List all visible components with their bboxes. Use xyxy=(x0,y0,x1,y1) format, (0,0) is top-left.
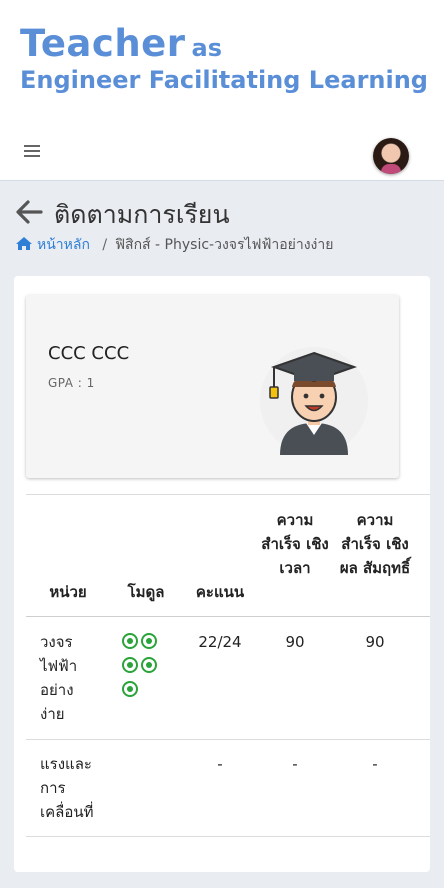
radio-checked-icon[interactable] xyxy=(141,657,157,673)
banner-line2: Engineer Facilitating Learning xyxy=(20,66,428,94)
radio-checked-icon[interactable] xyxy=(122,633,138,649)
student-profile-card: CCC CCC GPA : 1 xyxy=(26,295,399,478)
content-panel: CCC CCC GPA : 1 หน่วย โมดูล คะแนน ความ ส… xyxy=(14,276,430,872)
hamburger-menu-icon[interactable] xyxy=(24,145,40,157)
header-module: โมดูล xyxy=(127,583,165,601)
row2-result-success: - xyxy=(372,755,378,773)
row2-score: - xyxy=(217,755,223,773)
banner-word-teacher: Teacher xyxy=(20,22,186,65)
header-divider xyxy=(26,616,430,617)
row2-time-success: - xyxy=(292,755,298,773)
user-avatar[interactable] xyxy=(373,138,409,174)
student-name: CCC CCC xyxy=(48,343,130,364)
page-header: ติดตามการเรียน หน้าหลัก / ฟิสิกส์ - Physi… xyxy=(0,181,444,265)
header-result-success: ความ สำเร็จ เชิงผล สัมฤทธิ์ xyxy=(339,511,411,577)
row1-time-success: 90 xyxy=(285,633,305,651)
breadcrumb-home-label: หน้าหลัก xyxy=(37,237,90,253)
page-title: ติดตามการเรียน xyxy=(54,200,230,229)
breadcrumb-separator: / xyxy=(102,237,108,253)
banner-line1: Teacher as xyxy=(20,22,222,65)
header-time-success: ความ สำเร็จ เชิง เวลา xyxy=(261,511,329,577)
banner-word-as: as xyxy=(191,34,222,62)
student-gpa: GPA : 1 xyxy=(48,376,95,390)
banner: Teacher as Engineer Facilitating Learning xyxy=(0,0,444,122)
row1-modules xyxy=(122,630,170,702)
row1-result-success: 90 xyxy=(365,633,385,651)
row1-unit: วงจร ไฟฟ้า อย่าง ง่าย xyxy=(40,633,78,723)
header-unit: หน่วย xyxy=(49,583,87,601)
row2-unit: แรงและ การ เคลื่อนที่ xyxy=(40,755,94,821)
breadcrumb: หน้าหลัก / ฟิสิกส์ - Physic-วงจรไฟฟ้าอย่า… xyxy=(15,234,333,256)
breadcrumb-current: ฟิสิกส์ - Physic-วงจรไฟฟ้าอย่างง่าย xyxy=(115,237,334,253)
header-score: คะแนน xyxy=(195,583,245,601)
radio-checked-icon[interactable] xyxy=(122,657,138,673)
breadcrumb-home-link[interactable]: หน้าหลัก xyxy=(15,237,94,253)
home-icon xyxy=(16,237,32,250)
table-top-border xyxy=(26,494,430,495)
row1-score: 22/24 xyxy=(198,633,242,651)
table-bottom-border xyxy=(26,836,430,837)
radio-checked-icon[interactable] xyxy=(141,633,157,649)
top-navbar xyxy=(0,122,444,181)
radio-checked-icon[interactable] xyxy=(122,681,138,697)
arrow-left-icon[interactable] xyxy=(15,199,43,225)
row-divider xyxy=(26,739,430,740)
graduate-student-icon xyxy=(260,347,368,455)
